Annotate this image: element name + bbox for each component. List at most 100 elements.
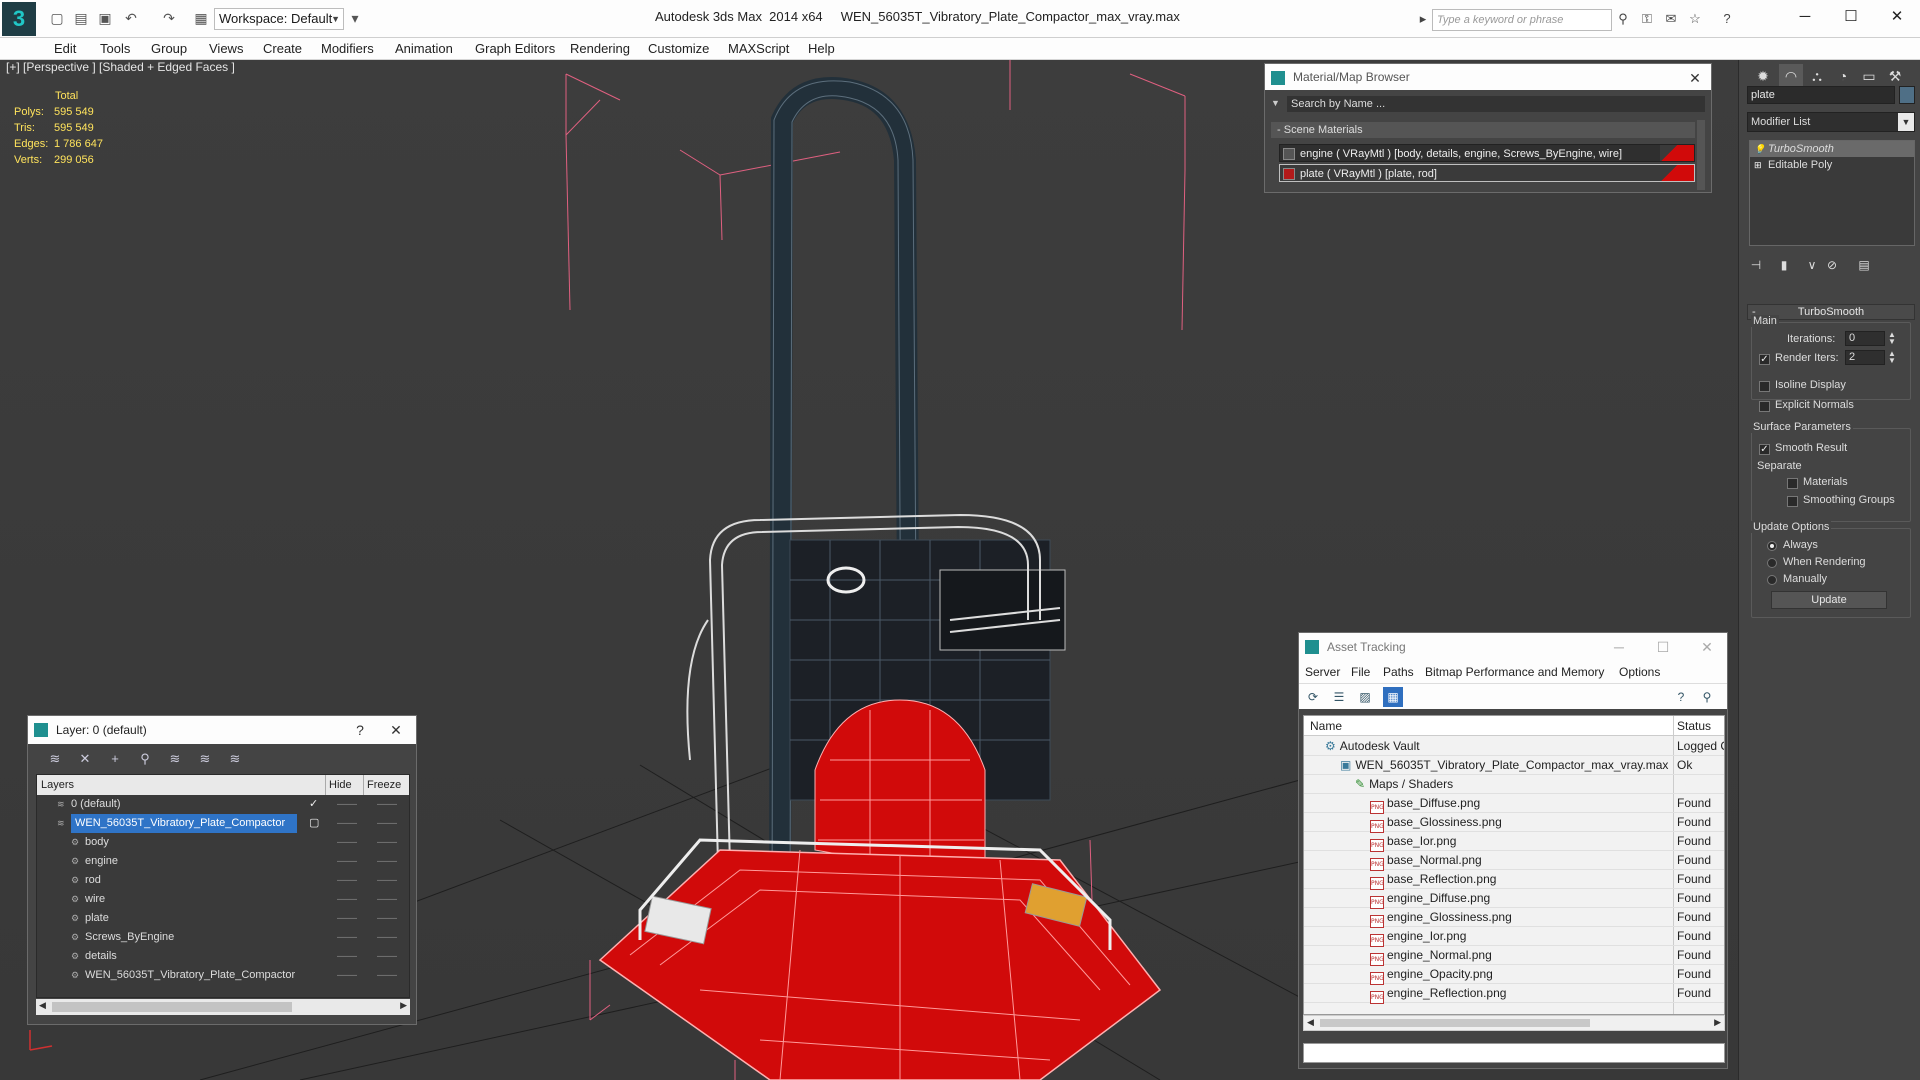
hide-toggle[interactable]: —— — [337, 833, 357, 852]
undo-icon[interactable]: ↶ — [122, 9, 140, 27]
minimize-button[interactable]: ─ — [1603, 633, 1635, 661]
binoculars-icon[interactable]: ⚲ — [1614, 10, 1632, 28]
freeze-toggle[interactable]: —— — [377, 852, 397, 871]
table-view-icon[interactable]: ▦ — [1383, 687, 1403, 707]
pin-icon[interactable]: ⚲ — [1697, 687, 1717, 707]
stack-item-turbosmooth[interactable]: 💡 TurboSmooth — [1750, 141, 1914, 157]
asset-menu-options[interactable]: Options — [1619, 665, 1660, 679]
menu-customize[interactable]: Customize — [648, 41, 709, 56]
material-browser-title-bar[interactable]: Material/Map Browser ✕ — [1265, 64, 1711, 90]
asset-row[interactable]: PNG engine_Reflection.png Found — [1304, 984, 1724, 1004]
layer-row[interactable]: ⚙ plate —— —— — [37, 909, 409, 928]
layer-row[interactable]: ⚙ WEN_56035T_Vibratory_Plate_Compactor —— —… — [37, 966, 409, 985]
hide-all-layers-icon[interactable]: ≋ — [224, 748, 246, 770]
freeze-toggle[interactable]: —— — [377, 871, 397, 890]
asset-row[interactable]: PNG base_Glossiness.png Found — [1304, 813, 1724, 833]
object-name-field[interactable]: plate — [1747, 86, 1895, 104]
menu-edit[interactable]: Edit — [54, 41, 76, 56]
menu-create[interactable]: Create — [263, 41, 302, 56]
layer-window-title-bar[interactable]: Layer: 0 (default) ? ✕ — [28, 716, 416, 744]
save-file-icon[interactable]: ▣ — [96, 9, 114, 27]
layer-row[interactable]: ≋ 0 (default) ✓ —— —— — [37, 795, 409, 814]
asset-path-field[interactable] — [1303, 1043, 1725, 1063]
communication-icon[interactable]: ✉ — [1662, 10, 1680, 28]
asset-horizontal-scrollbar[interactable]: ◀ ▶ — [1303, 1015, 1725, 1031]
freeze-toggle[interactable]: —— — [377, 795, 397, 814]
material-row-plate[interactable]: plate ( VRayMtl ) [plate, rod] — [1279, 164, 1695, 182]
create-layer-icon[interactable]: ≋ — [44, 748, 66, 770]
hide-toggle[interactable]: —— — [337, 909, 357, 928]
minimize-button[interactable]: ─ — [1782, 4, 1828, 30]
asset-tracking-title-bar[interactable]: Asset Tracking ─ ☐ ✕ — [1299, 633, 1727, 661]
current-layer-check-icon[interactable]: ✓ — [309, 795, 318, 814]
search-options-icon[interactable]: ▼ — [1271, 98, 1280, 108]
layer-horizontal-scrollbar[interactable]: ◀ ▶ — [36, 999, 410, 1015]
freeze-toggle[interactable]: —— — [377, 833, 397, 852]
separate-smoothing-groups-checkbox[interactable] — [1787, 496, 1798, 507]
project-folder-icon[interactable]: ▦ — [192, 9, 210, 27]
close-icon[interactable]: ✕ — [1679, 64, 1711, 92]
render-iters-spinner[interactable]: 2 — [1845, 350, 1885, 365]
asset-row[interactable]: PNG base_Ior.png Found — [1304, 832, 1724, 852]
hide-toggle[interactable]: —— — [337, 871, 357, 890]
asset-row[interactable]: PNG base_Reflection.png Found — [1304, 870, 1724, 890]
asset-row[interactable]: PNG base_Normal.png Found — [1304, 851, 1724, 871]
asset-row[interactable]: ⚙ Autodesk Vault Logged C — [1304, 737, 1724, 756]
asset-row[interactable]: PNG engine_Glossiness.png Found — [1304, 908, 1724, 928]
material-row-engine[interactable]: engine ( VRayMtl ) [body, details, engin… — [1279, 144, 1695, 162]
layer-row[interactable]: ≋ WEN_56035T_Vibratory_Plate_Compactor ▢ ——… — [37, 814, 409, 833]
spinner-arrows-icon[interactable]: ▲ ▼ — [1887, 350, 1897, 365]
maximize-button[interactable]: ☐ — [1647, 633, 1679, 661]
layer-row[interactable]: ⚙ Screws_ByEngine —— —— — [37, 928, 409, 947]
help-search-input[interactable]: Type a keyword or phrase — [1432, 9, 1612, 31]
layer-list[interactable]: Layers Hide Freeze ≋ 0 (default) ✓ —— —— ≋ WEN… — [36, 774, 410, 998]
asset-row[interactable]: PNG base_Diffuse.png Found — [1304, 794, 1724, 814]
stack-item-editable-poly[interactable]: ⊞ Editable Poly — [1750, 157, 1914, 173]
hide-toggle[interactable]: —— — [337, 890, 357, 909]
select-objects-icon[interactable]: ⚲ — [134, 748, 156, 770]
close-icon[interactable]: ✕ — [1691, 633, 1723, 661]
material-search-input[interactable]: Search by Name ... — [1287, 96, 1705, 112]
menu-animation[interactable]: Animation — [395, 41, 453, 56]
asset-menu-server[interactable]: Server — [1305, 665, 1340, 679]
app-logo-icon[interactable]: 3 — [2, 2, 36, 36]
make-unique-icon[interactable]: ∨ — [1803, 256, 1821, 274]
hide-toggle[interactable]: —— — [337, 795, 357, 814]
scroll-thumb[interactable] — [52, 1002, 292, 1012]
add-to-layer-icon[interactable]: + — [104, 748, 126, 770]
open-file-icon[interactable]: ▤ — [72, 9, 90, 27]
refresh-icon[interactable]: ⟳ — [1303, 687, 1323, 707]
customize-quick-access-icon[interactable]: ▾ — [346, 9, 364, 27]
asset-list[interactable]: Name Status ⚙ Autodesk Vault Logged C ▣ WEN_… — [1303, 715, 1725, 1015]
delete-layer-icon[interactable]: ✕ — [74, 748, 96, 770]
hierarchy-tab-icon[interactable]: ⛬ — [1805, 64, 1829, 88]
freeze-toggle[interactable]: —— — [377, 909, 397, 928]
layers-column-header[interactable]: Layers — [41, 775, 74, 795]
spinner-arrows-icon[interactable]: ▲ ▼ — [1887, 331, 1897, 346]
remove-modifier-icon[interactable]: ⊘ — [1823, 256, 1841, 274]
lightbulb-icon[interactable]: 💡 — [1754, 141, 1768, 157]
menu-views[interactable]: Views — [209, 41, 243, 56]
set-current-layer-icon[interactable]: ≋ — [194, 748, 216, 770]
close-icon[interactable]: ✕ — [380, 716, 412, 744]
name-column-header[interactable]: Name — [1310, 719, 1342, 733]
menu-help[interactable]: Help — [808, 41, 835, 56]
infocenter-expand-icon[interactable]: ▸ — [1414, 10, 1432, 28]
hide-toggle[interactable]: —— — [337, 966, 357, 985]
display-tab-icon[interactable]: ▭ — [1857, 64, 1881, 88]
scene-materials-section[interactable]: - Scene Materials — [1271, 122, 1695, 138]
hide-toggle[interactable]: —— — [337, 852, 357, 871]
freeze-toggle[interactable]: —— — [377, 890, 397, 909]
modifier-list-dropdown[interactable]: Modifier List ▼ — [1747, 112, 1915, 132]
material-browser-scrollbar[interactable] — [1697, 120, 1705, 190]
create-tab-icon[interactable]: ✹ — [1751, 64, 1775, 88]
asset-menu-bitmap-performance[interactable]: Bitmap Performance and Memory — [1425, 665, 1604, 679]
freeze-toggle[interactable]: —— — [377, 814, 397, 833]
utilities-tab-icon[interactable]: ⚒ — [1883, 64, 1907, 88]
separate-materials-checkbox[interactable] — [1787, 478, 1798, 489]
redo-icon[interactable]: ↷ — [160, 9, 178, 27]
menu-graph-editors[interactable]: Graph Editors — [475, 41, 555, 56]
show-end-result-icon[interactable]: ▮ — [1775, 256, 1793, 274]
asset-row[interactable]: PNG engine_Ior.png Found — [1304, 927, 1724, 947]
object-color-swatch[interactable] — [1899, 86, 1915, 104]
